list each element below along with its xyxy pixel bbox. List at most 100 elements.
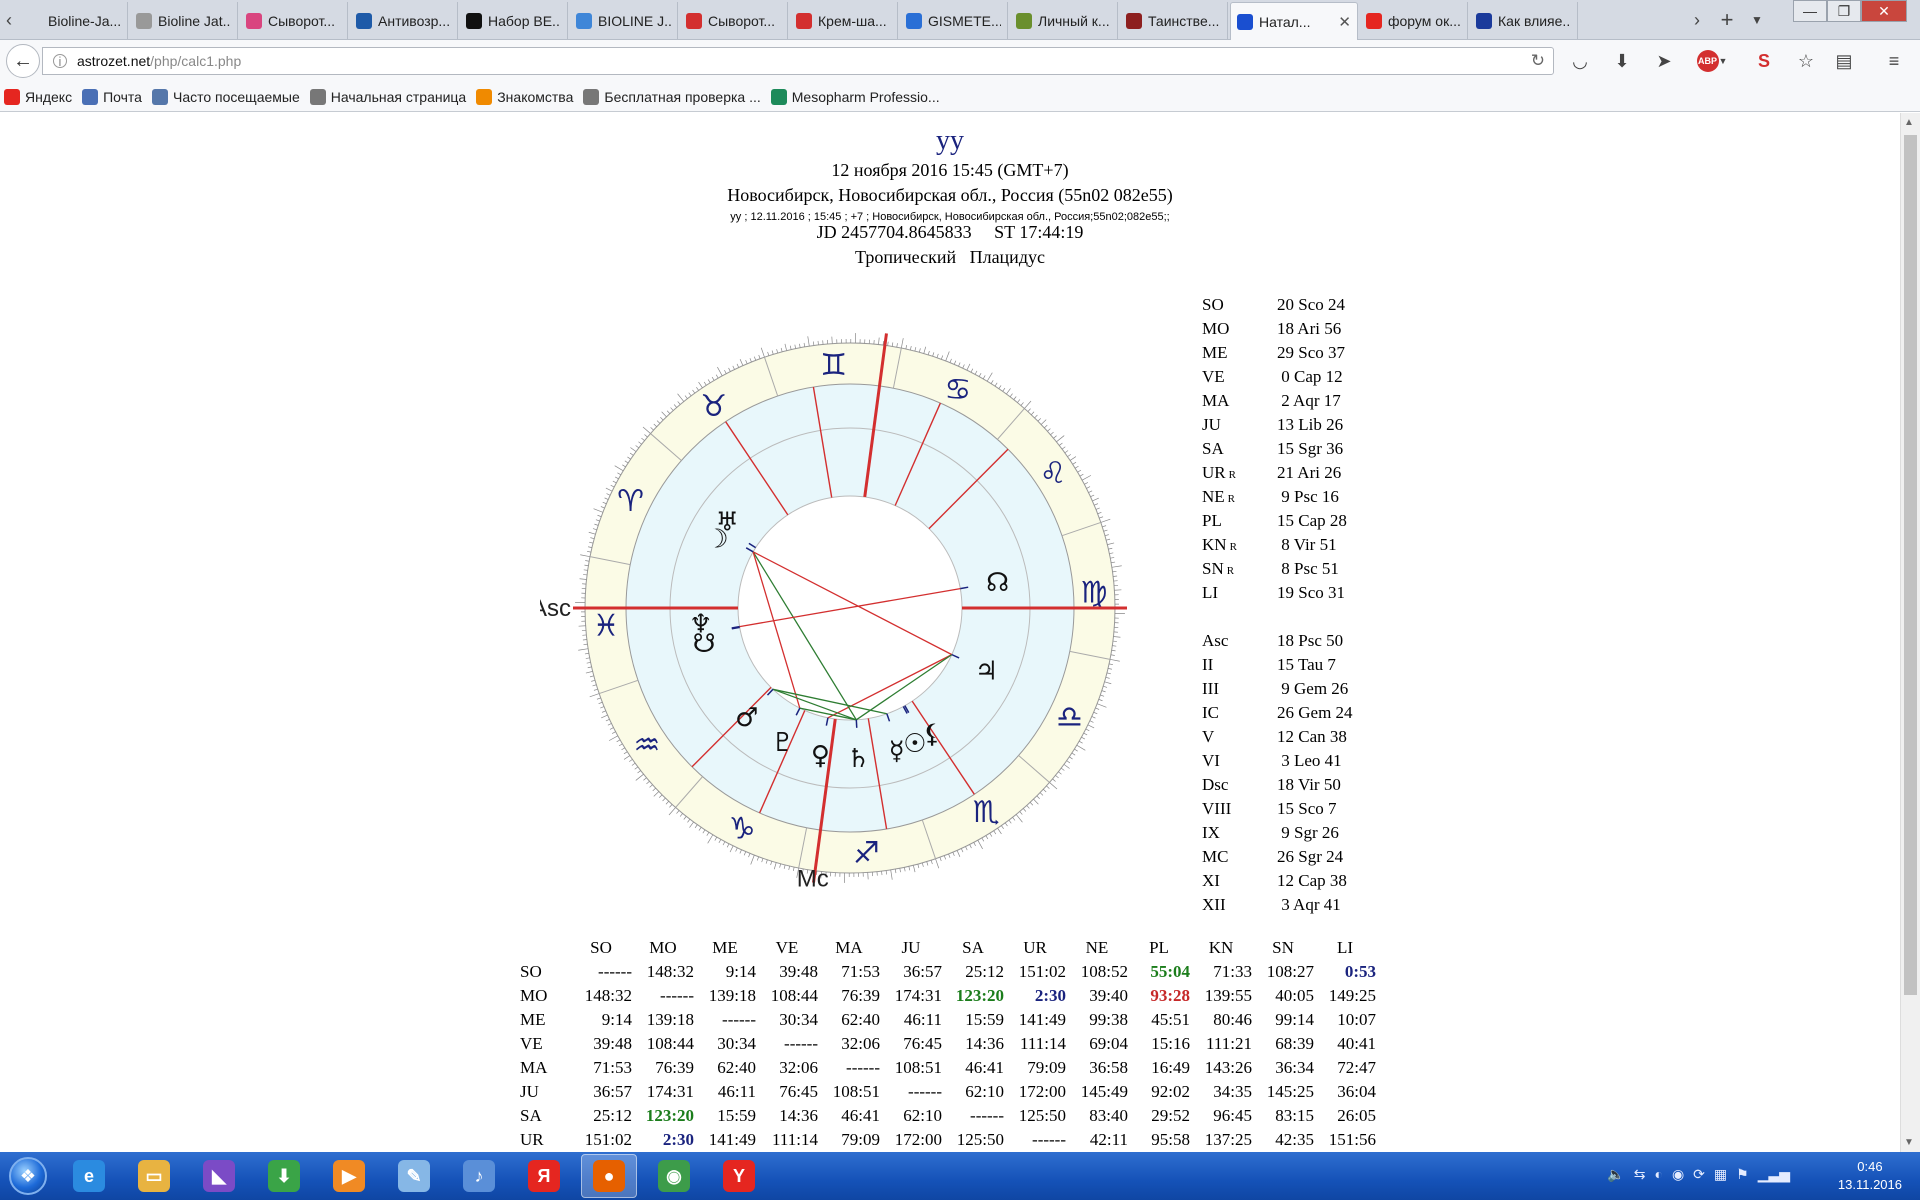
degree-tick: [649, 784, 653, 788]
network-tray-icon[interactable]: ⇆: [1634, 1166, 1646, 1183]
system-clock[interactable]: 0:46 13.11.2016: [1838, 1158, 1902, 1194]
browser-tab[interactable]: Крем-ша...: [790, 2, 898, 40]
browser-tab[interactable]: BIOLINE J...: [570, 2, 678, 40]
bookmark-star-icon[interactable]: ☆: [1794, 49, 1818, 73]
bookmark-item[interactable]: Почта: [82, 88, 142, 105]
degree-tick: [792, 866, 795, 872]
degree-tick: [1089, 720, 1094, 723]
tab-list-chevron-icon[interactable]: ▼: [1748, 0, 1766, 40]
degree-tick: [910, 345, 912, 351]
tab-scroll-left-icon[interactable]: ‹: [0, 0, 18, 40]
bookmark-item[interactable]: Mesopharm Professio...: [770, 88, 940, 105]
degree-tick: [765, 859, 768, 864]
taskbar-app-button[interactable]: e: [61, 1154, 117, 1198]
library-icon[interactable]: ▤: [1832, 49, 1856, 73]
back-button[interactable]: ←: [6, 44, 40, 78]
taskbar-app-button[interactable]: Y: [711, 1154, 767, 1198]
volume-icon[interactable]: 🔈: [1607, 1166, 1624, 1183]
degree-tick: [1029, 802, 1034, 806]
tab-label: Таинстве...: [1148, 13, 1220, 29]
scroll-up-icon[interactable]: ▲: [1904, 117, 1914, 128]
browser-tab[interactable]: Bioline Jat...: [130, 2, 238, 40]
bookmark-item[interactable]: Яндекс: [4, 88, 72, 105]
browser-tab[interactable]: Таинстве...: [1120, 2, 1228, 40]
minimize-icon[interactable]: —: [1793, 0, 1827, 22]
reload-icon[interactable]: ↻: [1531, 51, 1545, 71]
aspect-cell: 111:14: [772, 1130, 818, 1149]
position-value: 18 Psc 50: [1277, 631, 1344, 650]
degree-tick: [1072, 461, 1077, 465]
position-label: Dsc: [1202, 775, 1229, 794]
menu-icon[interactable]: ≡: [1882, 49, 1906, 73]
bookmark-item[interactable]: Знакомства: [476, 88, 573, 105]
aspect-column-header: SA: [962, 938, 984, 957]
browser-tab[interactable]: Сыворот...: [680, 2, 788, 40]
download-icon[interactable]: ⬇: [1610, 49, 1634, 73]
browser-tab[interactable]: Bioline-Ja...: [20, 2, 128, 40]
degree-tick: [684, 395, 688, 399]
adblock-icon[interactable]: ABP ▼: [1694, 49, 1730, 73]
vertical-scrollbar[interactable]: ▲ ▼: [1900, 113, 1920, 1152]
extension-s-icon[interactable]: S: [1752, 49, 1776, 73]
browser-tab[interactable]: GISMETE...: [900, 2, 1008, 40]
taskbar-app-button[interactable]: Я: [516, 1154, 572, 1198]
taskbar-app-button[interactable]: ⬇: [256, 1154, 312, 1198]
position-name: VE: [1202, 367, 1277, 387]
bookmark-item[interactable]: Бесплатная проверка ...: [583, 88, 761, 105]
bookmark-item[interactable]: Начальная страница: [309, 88, 466, 105]
warning-icon: [796, 13, 812, 29]
app-tray-icon[interactable]: ◉: [1672, 1166, 1684, 1183]
pocket-icon[interactable]: ◡: [1568, 49, 1592, 73]
zodiac-sign-glyph: ♏: [973, 795, 1000, 830]
signal-icon[interactable]: ▁▃▅: [1758, 1166, 1790, 1183]
start-button[interactable]: ❖: [4, 1152, 52, 1200]
planet-positions: SO 20 Sco 24 MO 18 Ari 56 ME 29 Sco 37 VE 0 Ca…: [1202, 293, 1353, 917]
browser-tab[interactable]: форум ок...: [1360, 2, 1468, 40]
degree-tick: [1105, 676, 1110, 679]
degree-tick: [601, 714, 608, 719]
taskbar-app-button[interactable]: ▶: [321, 1154, 377, 1198]
taskbar-app-button[interactable]: ◉: [646, 1154, 702, 1198]
update-tray-icon[interactable]: ⟳: [1693, 1166, 1705, 1183]
scroll-down-icon[interactable]: ▼: [1904, 1137, 1914, 1148]
position-value: 15 Sco 7: [1277, 799, 1337, 818]
degree-tick: [969, 844, 972, 849]
send-icon[interactable]: ➤: [1652, 49, 1676, 73]
tab-scroll-right-icon[interactable]: ›: [1688, 0, 1706, 40]
degree-tick: [965, 846, 968, 851]
security-tray-icon[interactable]: ◐: [1654, 1166, 1662, 1183]
taskbar-app-button[interactable]: ◣: [191, 1154, 247, 1198]
taskbar-app-button[interactable]: ●: [581, 1154, 637, 1198]
browser-tab[interactable]: Личный к...: [1010, 2, 1118, 40]
taskbar-app-button[interactable]: ♪: [451, 1154, 507, 1198]
close-tab-icon[interactable]: ✕: [1338, 13, 1351, 31]
degree-tick: [1058, 771, 1062, 775]
browser-tab[interactable]: Как влияе...: [1470, 2, 1578, 40]
keyboard-tray-icon[interactable]: ▦: [1714, 1166, 1727, 1183]
tab-label: Крем-ша...: [818, 13, 887, 29]
flower-icon: [246, 13, 262, 29]
tab-label: Антивозр...: [378, 13, 451, 29]
aspect-column-header: VE: [775, 938, 799, 957]
close-window-icon[interactable]: ✕: [1861, 0, 1907, 22]
aspect-cell: 145:25: [1266, 1082, 1314, 1101]
taskbar-app-button[interactable]: ✎: [386, 1154, 442, 1198]
degree-tick: [595, 519, 600, 522]
new-tab-icon[interactable]: +: [1718, 0, 1736, 40]
aspect-cell: 123:20: [955, 986, 1004, 1005]
flag-icon[interactable]: ⚑: [1736, 1166, 1749, 1183]
maximize-icon[interactable]: ❐: [1827, 0, 1861, 22]
url-bar[interactable]: i astrozet.net/php/calc1.php ↻: [42, 47, 1554, 75]
browser-tab[interactable]: Натал... ✕: [1230, 2, 1358, 40]
browser-tab[interactable]: Набор BE...: [460, 2, 568, 40]
aspect-cell: 36:57: [903, 962, 942, 981]
aspect-cell: 125:50: [1018, 1106, 1066, 1125]
browser-tab[interactable]: Сыворот...: [240, 2, 348, 40]
browser-tab[interactable]: Антивозр...: [350, 2, 458, 40]
degree-tick: [702, 829, 706, 834]
bookmark-item[interactable]: Часто посещаемые: [151, 88, 300, 105]
taskbar-app-button[interactable]: ▭: [126, 1154, 182, 1198]
scrollbar-thumb[interactable]: [1904, 135, 1917, 995]
degree-tick: [1108, 663, 1114, 666]
degree-tick: [1027, 408, 1031, 412]
